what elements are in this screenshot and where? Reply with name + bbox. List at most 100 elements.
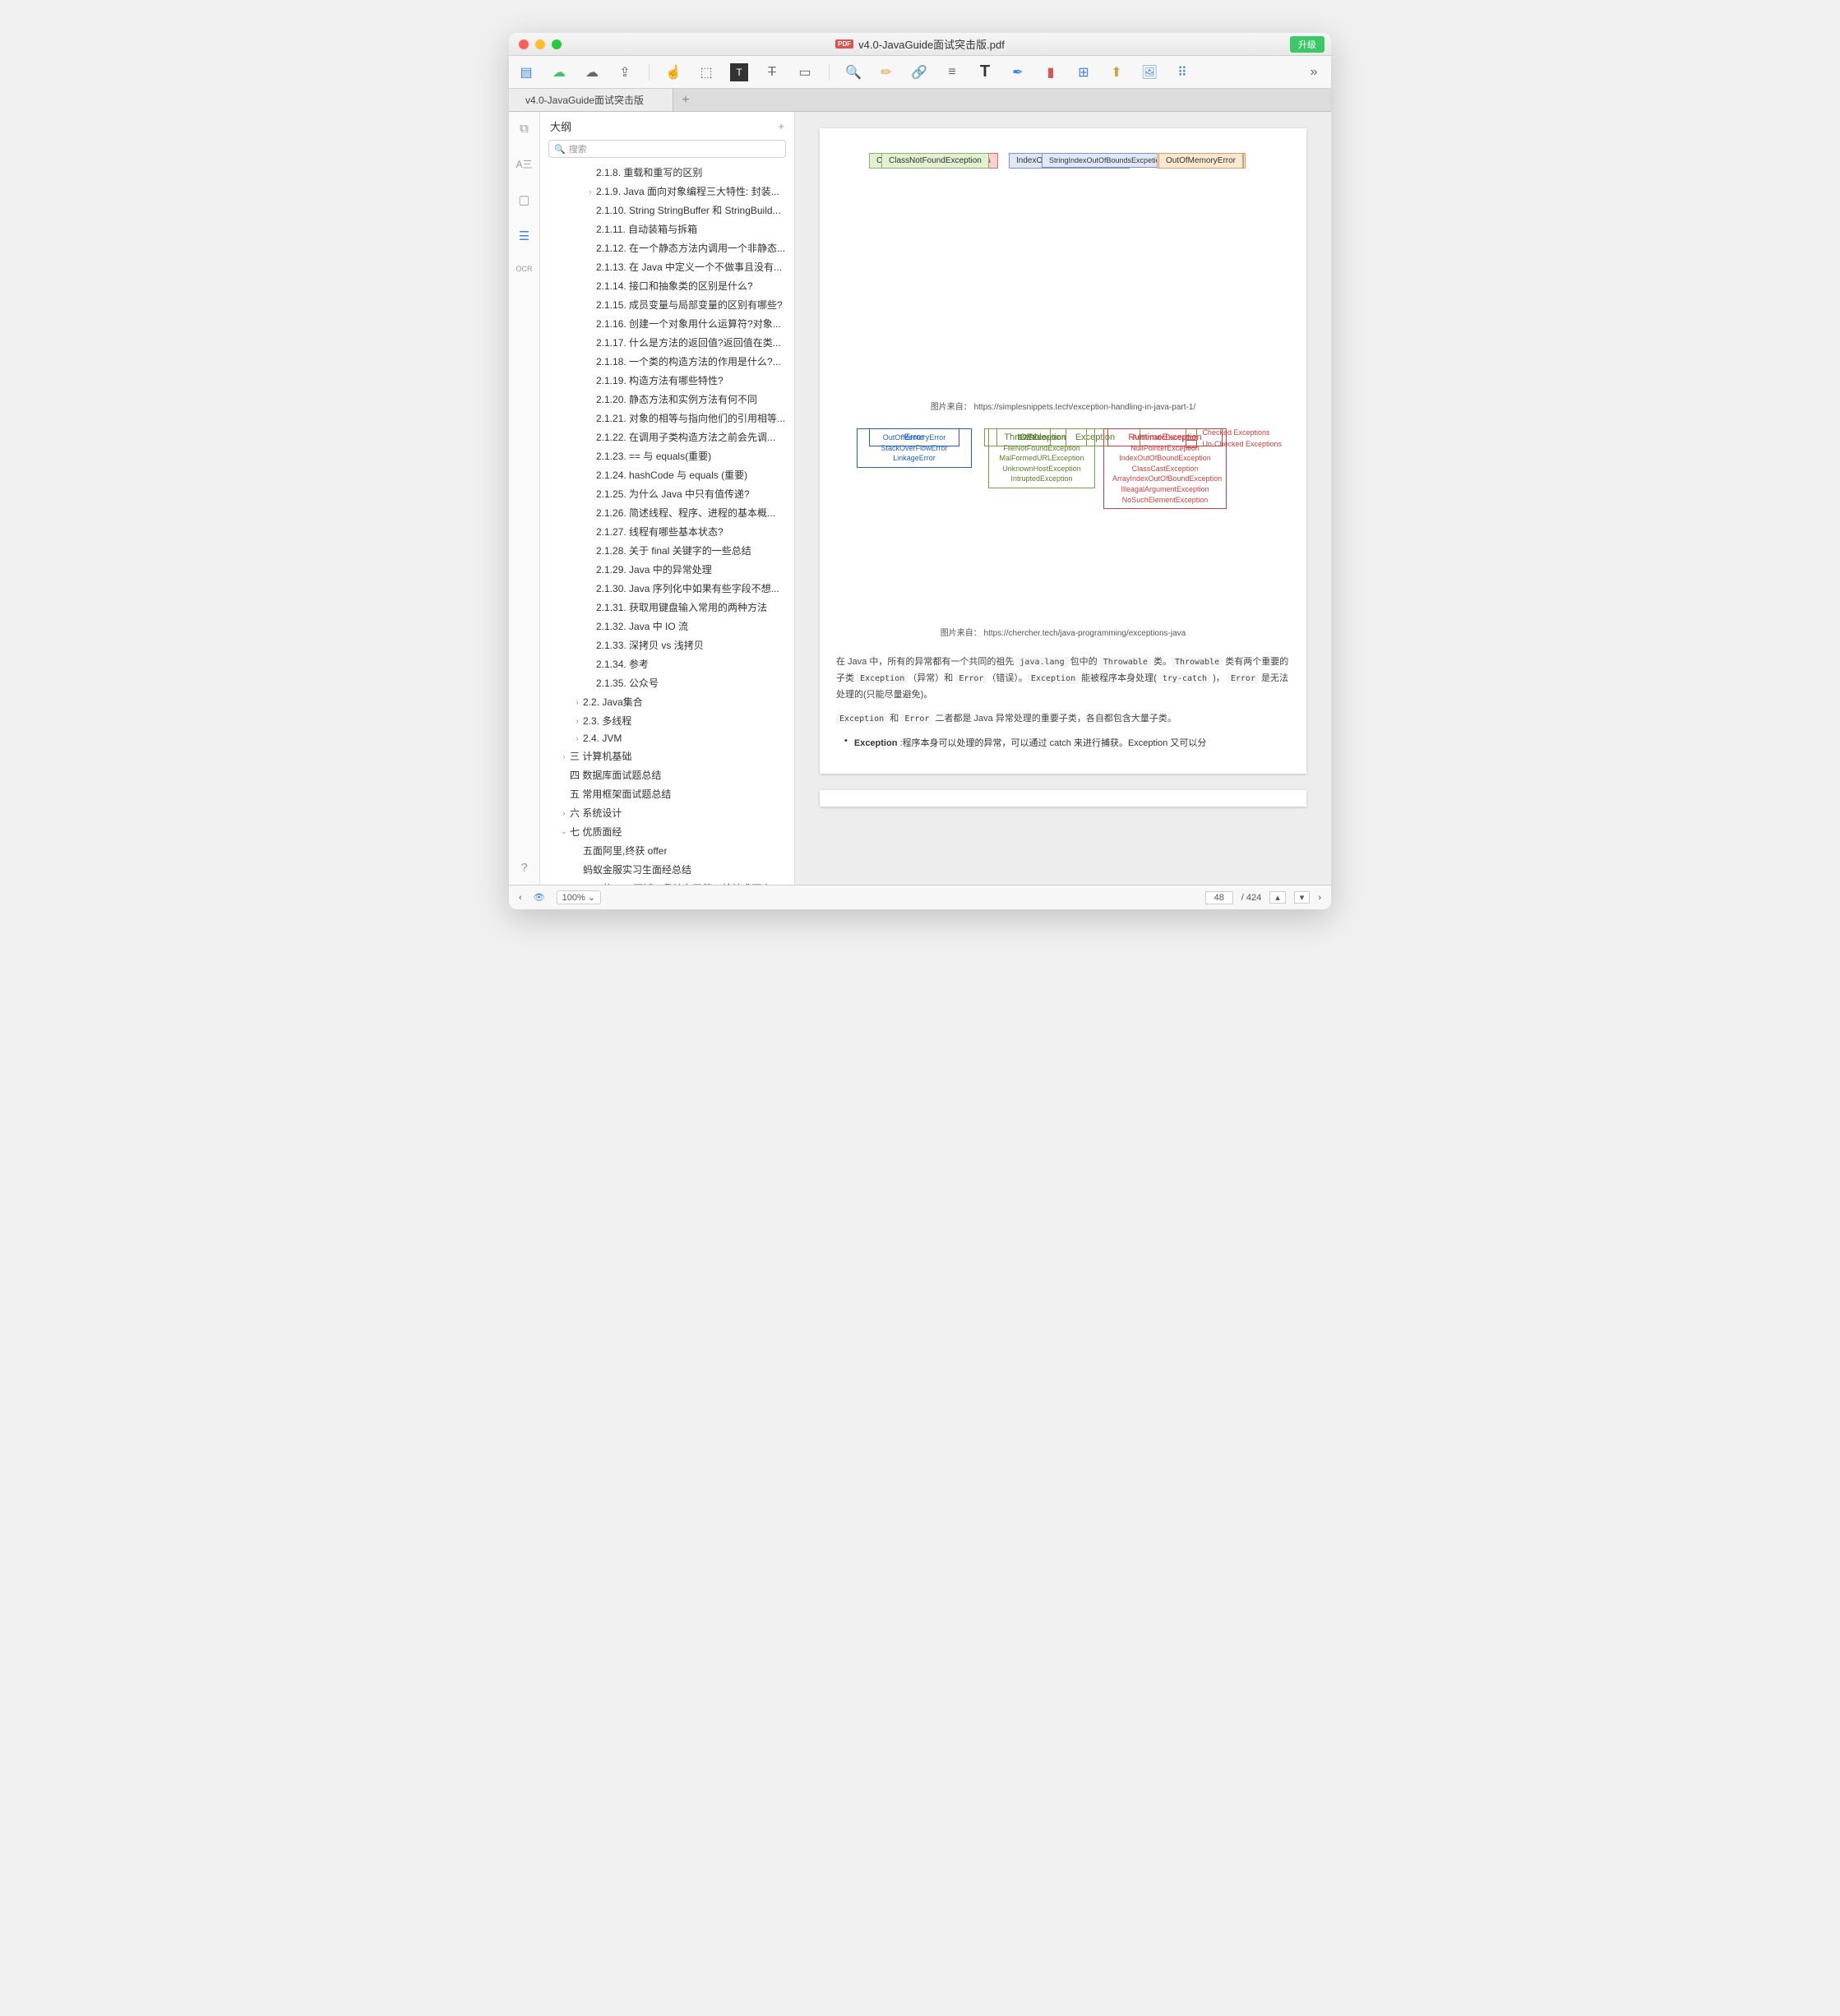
outline-item[interactable]: 五面阿里,终获 offer xyxy=(540,841,794,860)
add-tab-button[interactable]: + xyxy=(673,89,698,111)
image-icon[interactable]: 🖼 xyxy=(1140,63,1158,81)
outline-item[interactable]: 2.1.15. 成员变量与局部变量的区别有哪些? xyxy=(540,295,794,314)
outline-item[interactable]: 2.1.27. 线程有哪些基本状态? xyxy=(540,522,794,541)
node-cnf: ClassNotFoundException xyxy=(881,153,989,169)
outline-item[interactable]: 2.1.18. 一个类的构造方法的作用是什么?... xyxy=(540,352,794,371)
page-input[interactable]: 48 xyxy=(1205,891,1233,904)
toolbar: ▤ ☁ ☁ ⇪ ☝ ⬚ T T ▭ 🔍 ✏ 🔗 ≡ T ✒ ▮ ⊞ ⬆ 🖼 ⠿ … xyxy=(509,56,1331,89)
outline-item[interactable]: 2.1.32. Java 中 IO 流 xyxy=(540,617,794,636)
node-oom: OutOfMemoryError xyxy=(1158,153,1243,169)
outline-item[interactable]: ›2.4. JVM xyxy=(540,730,794,747)
text-annotation-icon[interactable]: T xyxy=(976,63,994,81)
outline-item[interactable]: ›2.1.9. Java 面向对象编程三大特性: 封装... xyxy=(540,182,794,201)
outline-item[interactable]: 2.1.33. 深拷贝 vs 浅拷贝 xyxy=(540,636,794,654)
outline-item[interactable]: 2.1.34. 参考 xyxy=(540,654,794,673)
upgrade-button[interactable]: 升级 xyxy=(1290,36,1325,53)
page-down-button[interactable]: ▾ xyxy=(1294,891,1311,904)
outline-item[interactable]: 2.1.26. 简述线程、程序、进程的基本概... xyxy=(540,503,794,522)
outline-item[interactable]: 2.1.14. 接口和抽象类的区别是什么? xyxy=(540,276,794,295)
cloud-upload-icon[interactable]: ☁ xyxy=(583,63,601,81)
magnify-icon[interactable]: 🔍 xyxy=(844,63,862,81)
bookmark-icon[interactable]: ▮ xyxy=(1042,63,1060,81)
outline-item[interactable]: 2.1.31. 获取用键盘输入常用的两种方法 xyxy=(540,598,794,617)
document-viewport[interactable]: Object Throwable Exceptions Errors Check… xyxy=(795,112,1331,885)
outline-item[interactable]: 2.1.11. 自动装箱与拆箱 xyxy=(540,220,794,238)
outline-item[interactable]: 2.1.29. Java 中的异常处理 xyxy=(540,560,794,579)
view-mode-icon[interactable]: 👁 xyxy=(534,892,545,903)
hand-tool-icon[interactable]: ☝ xyxy=(664,63,682,81)
grid-icon[interactable]: ⠿ xyxy=(1173,63,1191,81)
strikethrough-icon[interactable]: T xyxy=(763,63,781,81)
outline-item[interactable]: ⌄七 优质面经 xyxy=(540,822,794,841)
note-icon[interactable]: ≡ xyxy=(943,63,961,81)
node-rt-sub: ArithmaticException NullPointerException… xyxy=(1103,428,1227,509)
outline-item[interactable]: 2.1.19. 构造方法有哪些特性? xyxy=(540,371,794,390)
outline-list: 2.1.8. 重载和重写的区别›2.1.9. Java 面向对象编程三大特性: … xyxy=(540,163,794,885)
text-tool-icon[interactable]: T xyxy=(730,63,748,81)
search-placeholder: 搜索 xyxy=(569,142,587,155)
rectangle-tool-icon[interactable]: ▭ xyxy=(796,63,814,81)
document-tab[interactable]: v4.0-JavaGuide面试突击版 xyxy=(509,89,673,111)
page: Object Throwable Exceptions Errors Check… xyxy=(820,128,1306,774)
highlight-icon[interactable]: ✏ xyxy=(877,63,895,81)
expand-icon[interactable]: › xyxy=(1318,893,1321,903)
window-title: v4.0-JavaGuide面试突击版.pdf xyxy=(858,36,1005,52)
outline-item[interactable]: ›Bigo的Java面试，我挂在了第三轮技术面上... xyxy=(540,879,794,885)
link-icon[interactable]: 🔗 xyxy=(910,63,928,81)
paragraph-1: 在 Java 中，所有的异常都有一个共同的祖先 java.lang 包中的 Th… xyxy=(836,654,1290,703)
outline-item[interactable]: 2.1.17. 什么是方法的返回值?返回值在类... xyxy=(540,333,794,352)
outline-item[interactable]: 2.1.13. 在 Java 中定义一个不做事且没有... xyxy=(540,257,794,276)
maximize-window[interactable] xyxy=(552,39,562,49)
outline-item[interactable]: 2.1.20. 静态方法和实例方法有何不同 xyxy=(540,390,794,409)
outline-item[interactable]: 2.1.24. hashCode 与 equals (重要) xyxy=(540,465,794,484)
bullet-1: • Exception :程序本身可以处理的异常，可以通过 catch 来进行捕… xyxy=(844,736,1290,749)
outline-add-button[interactable]: + xyxy=(778,120,784,132)
outline-item[interactable]: 五 常用框架面试题总结 xyxy=(540,784,794,803)
node-sioob: StringIndexOutOfBoundsExcpetion xyxy=(1042,153,1172,168)
more-icon[interactable]: » xyxy=(1305,63,1323,81)
diagram1-caption: 图片来自： https://simplesnippets.tech/except… xyxy=(836,400,1290,412)
book-icon[interactable]: ▢ xyxy=(518,192,529,207)
diagram2-caption: 图片来自： https://chercher.tech/java-program… xyxy=(836,626,1290,638)
outline-item[interactable]: 2.1.8. 重载和重写的区别 xyxy=(540,163,794,182)
outline-panel: 大纲 + 🔍 搜索 2.1.8. 重载和重写的区别›2.1.9. Java 面向… xyxy=(540,112,795,885)
outline-item[interactable]: 2.1.22. 在调用子类构造方法之前会先调... xyxy=(540,428,794,446)
cloud-sync-icon[interactable]: ☁ xyxy=(550,63,568,81)
table-icon[interactable]: ⊞ xyxy=(1075,63,1093,81)
outline-item[interactable]: 2.1.30. Java 序列化中如果有些字段不想... xyxy=(540,579,794,598)
outline-item[interactable]: 四 数据库面试题总结 xyxy=(540,765,794,784)
collapse-icon[interactable]: ‹ xyxy=(519,893,522,903)
sidebar-toggle-icon[interactable]: ▤ xyxy=(517,63,535,81)
zoom-selector[interactable]: 100% ⌄ xyxy=(557,890,601,904)
ocr-icon[interactable]: OCR xyxy=(516,265,533,273)
outline-item[interactable]: 2.1.28. 关于 final 关键字的一些总结 xyxy=(540,541,794,560)
outline-search[interactable]: 🔍 搜索 xyxy=(548,140,786,158)
titlebar: PDFv4.0-JavaGuide面试突击版.pdf 升级 xyxy=(509,33,1331,56)
outline-item[interactable]: 2.1.16. 创建一个对象用什么运算符?对象... xyxy=(540,314,794,333)
status-bar: ‹ 👁 100% ⌄ 48 / 424 ▴ ▾ › xyxy=(509,885,1331,909)
outline-item[interactable]: 2.1.23. == 与 equals(重要) xyxy=(540,446,794,465)
outline-item[interactable]: 2.1.12. 在一个静态方法内调用一个非静态... xyxy=(540,238,794,257)
stamp-icon[interactable]: ⬆ xyxy=(1107,63,1126,81)
outline-item[interactable]: 蚂蚁金服实习生面经总结 xyxy=(540,860,794,879)
minimize-window[interactable] xyxy=(535,39,545,49)
outline-title: 大纲 xyxy=(550,118,571,134)
select-tool-icon[interactable]: ⬚ xyxy=(697,63,715,81)
outline-item[interactable]: ›六 系统设计 xyxy=(540,803,794,822)
pen-icon[interactable]: ✒ xyxy=(1009,63,1027,81)
outline-item[interactable]: 2.1.21. 对象的相等与指向他们的引用相等... xyxy=(540,409,794,428)
share-icon[interactable]: ⇪ xyxy=(616,63,634,81)
page-up-button[interactable]: ▴ xyxy=(1269,891,1286,904)
outline-item[interactable]: 2.1.10. String StringBuffer 和 StringBuil… xyxy=(540,201,794,220)
help-icon[interactable]: ? xyxy=(520,861,527,875)
outline-icon[interactable]: ☰ xyxy=(519,229,529,243)
outline-item[interactable]: ›2.2. Java集合 xyxy=(540,692,794,711)
thumbnails-icon[interactable]: ⧉ xyxy=(520,122,529,136)
typography-icon[interactable]: A三 xyxy=(515,157,532,171)
close-window[interactable] xyxy=(519,39,529,49)
outline-item[interactable]: ›三 计算机基础 xyxy=(540,747,794,765)
paragraph-2: Exception 和 Error 二者都是 Java 异常处理的重要子类，各自… xyxy=(836,711,1290,728)
outline-item[interactable]: ›2.3. 多线程 xyxy=(540,711,794,730)
outline-item[interactable]: 2.1.25. 为什么 Java 中只有值传递? xyxy=(540,484,794,503)
outline-item[interactable]: 2.1.35. 公众号 xyxy=(540,673,794,692)
